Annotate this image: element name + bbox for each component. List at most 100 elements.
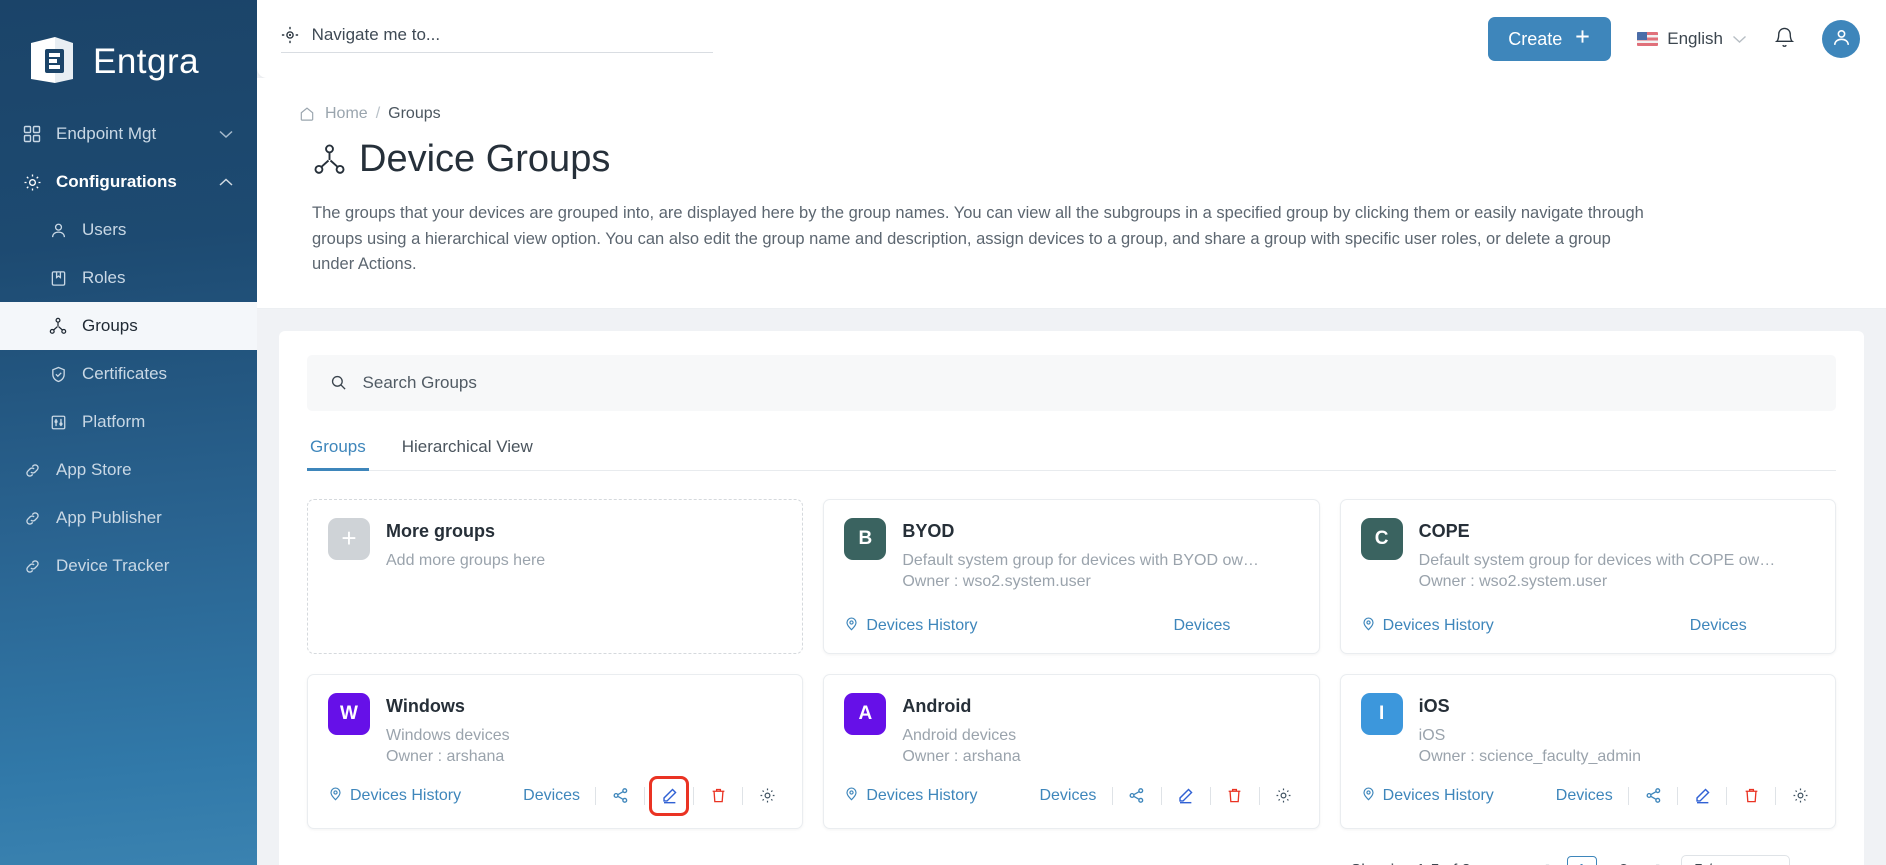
create-button[interactable]: Create bbox=[1488, 17, 1612, 61]
grid-icon bbox=[22, 124, 42, 144]
card-description: Windows devices bbox=[386, 726, 510, 744]
global-navigate-search[interactable] bbox=[281, 25, 713, 53]
sidebar-item-label: Certificates bbox=[82, 364, 168, 383]
card-head: I iOS iOS Owner : science_faculty_admin bbox=[1360, 692, 1815, 766]
sidebar-item-configurations[interactable]: Configurations bbox=[0, 158, 257, 206]
delete-icon[interactable] bbox=[703, 781, 733, 811]
card-description: Android devices bbox=[902, 726, 1017, 744]
card-title: iOS bbox=[1418, 695, 1450, 716]
location-pin-icon bbox=[844, 616, 859, 636]
devices-history-link[interactable]: Devices History bbox=[844, 616, 977, 636]
avatar: B bbox=[844, 517, 887, 560]
link-icon bbox=[22, 460, 42, 480]
divider bbox=[1726, 786, 1727, 805]
search-groups-box[interactable] bbox=[307, 354, 1836, 411]
page-button-2[interactable]: 2 bbox=[1609, 856, 1639, 865]
group-card-byod[interactable]: B BYOD Default system group for devices … bbox=[823, 498, 1320, 654]
share-icon[interactable] bbox=[1638, 781, 1668, 811]
card-head: W Windows Windows devices Owner : arshan… bbox=[328, 692, 782, 766]
sidebar-item-device-tracker[interactable]: Device Tracker bbox=[0, 542, 257, 590]
app-root: Entgra Endpoint Mgt Configurations Users… bbox=[0, 0, 1886, 865]
page-title-text: Device Groups bbox=[359, 138, 611, 180]
sidebar-item-roles[interactable]: Roles bbox=[0, 254, 257, 302]
sidebar-item-certificates[interactable]: Certificates bbox=[0, 350, 257, 398]
notifications-button[interactable] bbox=[1773, 26, 1796, 52]
devices-link[interactable]: Devices bbox=[523, 787, 580, 805]
plus-icon: + bbox=[341, 523, 357, 554]
chevron-down-icon[interactable] bbox=[219, 124, 233, 144]
devices-history-link[interactable]: Devices History bbox=[1361, 786, 1494, 806]
topbar: Create English bbox=[257, 0, 1886, 78]
delete-icon[interactable] bbox=[1736, 781, 1766, 811]
sidebar-item-endpoint-mgt[interactable]: Endpoint Mgt bbox=[0, 110, 257, 158]
sidebar-item-users[interactable]: Users bbox=[0, 206, 257, 254]
card-head: B BYOD Default system group for devices … bbox=[844, 517, 1298, 591]
group-card-android[interactable]: A Android Android devices Owner : arshan… bbox=[823, 673, 1320, 829]
share-icon[interactable] bbox=[605, 781, 635, 811]
devices-history-link[interactable]: Devices History bbox=[844, 786, 977, 806]
tab-groups[interactable]: Groups bbox=[307, 437, 369, 471]
sidebar-item-label: App Publisher bbox=[56, 508, 162, 527]
navigate-input[interactable] bbox=[311, 25, 713, 45]
page-button-1[interactable]: 1 bbox=[1566, 855, 1597, 865]
location-pin-icon bbox=[1361, 786, 1376, 806]
avatar-initial: C bbox=[1374, 527, 1389, 549]
settings-icon[interactable] bbox=[1785, 781, 1815, 811]
edit-icon[interactable] bbox=[1687, 781, 1717, 811]
devices-history-link[interactable]: Devices History bbox=[1361, 616, 1494, 636]
settings-icon[interactable] bbox=[752, 781, 782, 811]
card-title: BYOD bbox=[902, 520, 955, 541]
devices-link[interactable]: Devices bbox=[1690, 617, 1747, 635]
divider bbox=[1111, 786, 1113, 805]
sidebar-item-label: Configurations bbox=[56, 172, 177, 191]
edit-icon[interactable] bbox=[649, 775, 690, 816]
location-pin-icon bbox=[1361, 616, 1376, 636]
share-icon[interactable] bbox=[1122, 781, 1152, 811]
tab-hierarchical-view[interactable]: Hierarchical View bbox=[399, 437, 536, 471]
page-size-selector[interactable]: 5 / page bbox=[1681, 854, 1790, 865]
brand-logo[interactable]: Entgra bbox=[0, 0, 257, 96]
avatar: W bbox=[328, 692, 370, 735]
search-groups-input[interactable] bbox=[362, 372, 1814, 393]
breadcrumb-separator: / bbox=[375, 105, 381, 122]
card-owner: Owner : wso2.system.user bbox=[1418, 572, 1608, 590]
chevron-up-icon[interactable] bbox=[219, 172, 233, 192]
card-owner: Owner : arshana bbox=[902, 747, 1021, 765]
bell-icon bbox=[1773, 26, 1796, 52]
main-area: Create English bbox=[257, 0, 1886, 865]
card-actions: Devices History Devices bbox=[1361, 616, 1815, 636]
sidebar-item-app-store[interactable]: App Store bbox=[0, 446, 257, 494]
entgra-logo-icon bbox=[25, 35, 79, 89]
sidebar-item-label: Endpoint Mgt bbox=[56, 124, 157, 143]
groups-icon bbox=[48, 316, 68, 336]
settings-icon[interactable] bbox=[1269, 781, 1299, 811]
add-group-card[interactable]: + More groups Add more groups here bbox=[307, 498, 804, 654]
card-owner: Owner : wso2.system.user bbox=[902, 572, 1091, 590]
devices-link[interactable]: Devices bbox=[1173, 617, 1230, 635]
devices-history-link[interactable]: Devices History bbox=[328, 786, 461, 806]
devices-link[interactable]: Devices bbox=[1556, 787, 1613, 805]
sidebar-item-groups[interactable]: Groups bbox=[0, 302, 257, 350]
sliders-icon bbox=[48, 412, 68, 432]
breadcrumb-home[interactable]: Home bbox=[325, 105, 368, 123]
roles-icon bbox=[48, 268, 68, 288]
sidebar-item-platform[interactable]: Platform bbox=[0, 398, 257, 446]
sidebar-item-app-publisher[interactable]: App Publisher bbox=[0, 494, 257, 542]
card-actions: Devices History Devices bbox=[1361, 781, 1815, 811]
user-avatar-button[interactable] bbox=[1822, 20, 1860, 58]
pagination: Showing 1-5 of 8 groups ❮ 1 2 ❯ 5 / page bbox=[307, 829, 1836, 865]
card-description: Add more groups here bbox=[386, 551, 546, 569]
devices-link[interactable]: Devices bbox=[1039, 787, 1096, 805]
language-selector[interactable]: English bbox=[1637, 29, 1747, 49]
delete-icon[interactable] bbox=[1220, 781, 1250, 811]
home-icon bbox=[297, 104, 317, 124]
card-text: Windows Windows devices Owner : arshana bbox=[386, 693, 510, 766]
edit-icon[interactable] bbox=[1171, 781, 1201, 811]
devices-history-label: Devices History bbox=[866, 616, 978, 634]
card-owner: Owner : science_faculty_admin bbox=[1418, 747, 1641, 765]
group-card-windows[interactable]: W Windows Windows devices Owner : arshan… bbox=[307, 673, 804, 829]
plus-avatar: + bbox=[328, 517, 370, 560]
group-card-ios[interactable]: I iOS iOS Owner : science_faculty_admin bbox=[1339, 673, 1836, 829]
group-card-cope[interactable]: C COPE Default system group for devices … bbox=[1339, 498, 1836, 654]
sidebar-item-label: App Store bbox=[56, 460, 132, 479]
